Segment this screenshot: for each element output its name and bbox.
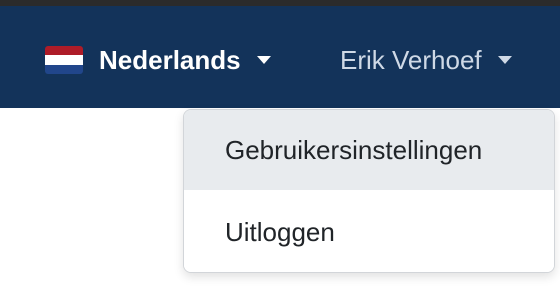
flag-stripe-white <box>45 55 83 65</box>
language-label: Nederlands <box>99 45 241 75</box>
flag-stripe-blue <box>45 64 83 74</box>
caret-down-icon <box>497 56 512 64</box>
flag-stripe-red <box>45 46 83 56</box>
top-navbar: Nederlands Erik Verhoef <box>0 0 560 108</box>
user-dropdown-menu: Gebruikersinstellingen Uitloggen <box>183 109 555 273</box>
user-menu-toggle[interactable]: Erik Verhoef <box>340 40 512 80</box>
netherlands-flag-icon <box>45 46 83 74</box>
caret-down-icon <box>256 56 271 64</box>
menu-item-user-settings[interactable]: Gebruikersinstellingen <box>184 110 554 190</box>
menu-item-logout[interactable]: Uitloggen <box>184 192 554 272</box>
user-name-label: Erik Verhoef <box>340 45 482 75</box>
top-edge-strip <box>0 0 560 6</box>
language-selector[interactable]: Nederlands <box>45 40 271 80</box>
